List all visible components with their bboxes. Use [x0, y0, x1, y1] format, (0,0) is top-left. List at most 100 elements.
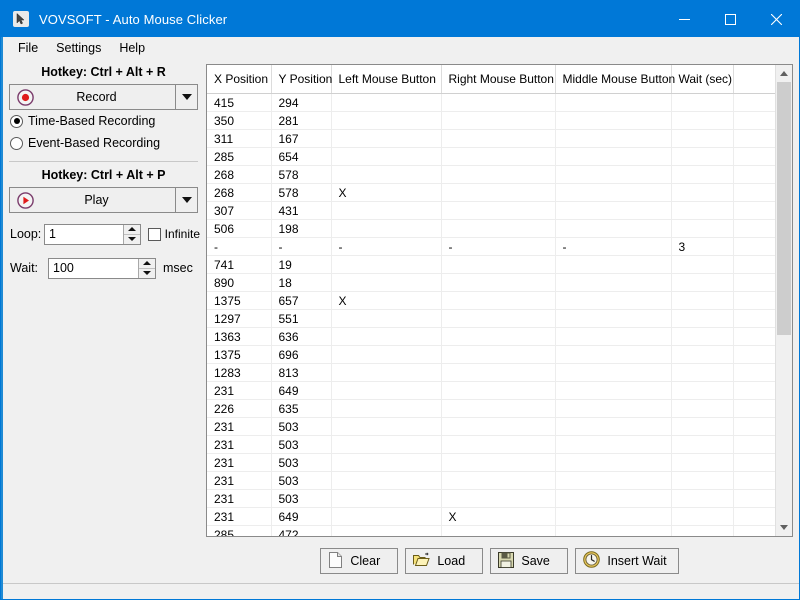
- table-cell[interactable]: [555, 166, 671, 184]
- table-cell[interactable]: [733, 508, 775, 526]
- insert-wait-button[interactable]: Insert Wait: [575, 548, 678, 574]
- table-row[interactable]: 415294: [207, 94, 775, 112]
- table-cell[interactable]: [441, 436, 555, 454]
- table-cell[interactable]: 472: [271, 526, 331, 537]
- grid-scroll-area[interactable]: X PositionY PositionLeft Mouse ButtonRig…: [207, 65, 775, 536]
- table-cell[interactable]: [555, 220, 671, 238]
- table-cell[interactable]: [441, 184, 555, 202]
- loop-input[interactable]: [45, 225, 123, 244]
- table-cell[interactable]: 415: [207, 94, 271, 112]
- table-cell[interactable]: [441, 310, 555, 328]
- table-row[interactable]: 231649X: [207, 508, 775, 526]
- table-cell[interactable]: 285: [207, 526, 271, 537]
- table-cell[interactable]: 506: [207, 220, 271, 238]
- table-cell[interactable]: 1297: [207, 310, 271, 328]
- wait-decrement-button[interactable]: [139, 269, 155, 278]
- table-cell[interactable]: 503: [271, 472, 331, 490]
- table-cell[interactable]: [671, 436, 733, 454]
- table-cell[interactable]: [733, 148, 775, 166]
- radio-time-based-recording[interactable]: Time-Based Recording: [7, 110, 200, 132]
- table-column-header[interactable]: Wait (sec): [671, 65, 733, 94]
- table-row[interactable]: 1375657X: [207, 292, 775, 310]
- table-cell[interactable]: [671, 166, 733, 184]
- table-cell[interactable]: [671, 418, 733, 436]
- table-cell[interactable]: [733, 364, 775, 382]
- table-row[interactable]: 231503: [207, 472, 775, 490]
- table-cell[interactable]: 813: [271, 364, 331, 382]
- table-cell[interactable]: [733, 130, 775, 148]
- table-cell[interactable]: 231: [207, 472, 271, 490]
- minimize-button[interactable]: [661, 1, 707, 37]
- table-cell[interactable]: 311: [207, 130, 271, 148]
- table-cell[interactable]: [331, 130, 441, 148]
- table-cell[interactable]: [441, 220, 555, 238]
- table-cell[interactable]: 231: [207, 490, 271, 508]
- table-cell[interactable]: [331, 346, 441, 364]
- table-cell[interactable]: [555, 274, 671, 292]
- table-cell[interactable]: [671, 94, 733, 112]
- table-cell[interactable]: [441, 94, 555, 112]
- table-cell[interactable]: 231: [207, 418, 271, 436]
- table-cell[interactable]: [555, 130, 671, 148]
- table-row[interactable]: 231503: [207, 436, 775, 454]
- table-cell[interactable]: [331, 274, 441, 292]
- table-cell[interactable]: [671, 526, 733, 537]
- table-cell[interactable]: [671, 490, 733, 508]
- table-cell[interactable]: [671, 328, 733, 346]
- table-cell[interactable]: [441, 400, 555, 418]
- table-cell[interactable]: 198: [271, 220, 331, 238]
- table-cell[interactable]: [555, 490, 671, 508]
- table-cell[interactable]: [441, 454, 555, 472]
- scrollbar-thumb[interactable]: [777, 82, 791, 335]
- table-cell[interactable]: [331, 364, 441, 382]
- table-cell[interactable]: [671, 310, 733, 328]
- table-cell[interactable]: [733, 310, 775, 328]
- table-cell[interactable]: [671, 472, 733, 490]
- table-cell[interactable]: 285: [207, 148, 271, 166]
- table-cell[interactable]: [331, 436, 441, 454]
- table-cell[interactable]: [671, 148, 733, 166]
- table-column-header[interactable]: Middle Mouse Button: [555, 65, 671, 94]
- loop-stepper-buttons[interactable]: [123, 225, 140, 244]
- table-cell[interactable]: [733, 292, 775, 310]
- scrollbar-track[interactable]: [776, 82, 792, 519]
- table-column-header[interactable]: Right Mouse Button: [441, 65, 555, 94]
- table-cell[interactable]: [441, 112, 555, 130]
- table-cell[interactable]: [331, 94, 441, 112]
- table-row[interactable]: 311167: [207, 130, 775, 148]
- table-cell[interactable]: [441, 364, 555, 382]
- table-cell[interactable]: [555, 436, 671, 454]
- table-cell[interactable]: -: [331, 238, 441, 256]
- table-cell[interactable]: 18: [271, 274, 331, 292]
- table-cell[interactable]: [733, 184, 775, 202]
- table-cell[interactable]: 741: [207, 256, 271, 274]
- table-cell[interactable]: [733, 112, 775, 130]
- table-cell[interactable]: [441, 166, 555, 184]
- table-row[interactable]: 1283813: [207, 364, 775, 382]
- grid-vertical-scrollbar[interactable]: [775, 65, 792, 536]
- table-cell[interactable]: [733, 256, 775, 274]
- loop-decrement-button[interactable]: [124, 235, 140, 244]
- table-cell[interactable]: 636: [271, 328, 331, 346]
- table-cell[interactable]: [441, 292, 555, 310]
- table-row[interactable]: 1363636: [207, 328, 775, 346]
- table-cell[interactable]: 268: [207, 166, 271, 184]
- table-cell[interactable]: [331, 220, 441, 238]
- table-cell[interactable]: [555, 310, 671, 328]
- table-cell[interactable]: [733, 94, 775, 112]
- table-cell[interactable]: [555, 292, 671, 310]
- table-cell[interactable]: 649: [271, 382, 331, 400]
- wait-increment-button[interactable]: [139, 259, 155, 269]
- table-cell[interactable]: [733, 436, 775, 454]
- table-cell[interactable]: [331, 454, 441, 472]
- table-cell[interactable]: 503: [271, 418, 331, 436]
- table-cell[interactable]: [555, 418, 671, 436]
- radio-event-based-recording[interactable]: Event-Based Recording: [7, 132, 200, 154]
- infinite-checkbox[interactable]: Infinite: [148, 227, 200, 241]
- clear-button[interactable]: Clear: [320, 548, 398, 574]
- table-cell[interactable]: [555, 112, 671, 130]
- table-cell[interactable]: [441, 148, 555, 166]
- table-cell[interactable]: [331, 148, 441, 166]
- table-cell[interactable]: 654: [271, 148, 331, 166]
- table-cell[interactable]: [733, 274, 775, 292]
